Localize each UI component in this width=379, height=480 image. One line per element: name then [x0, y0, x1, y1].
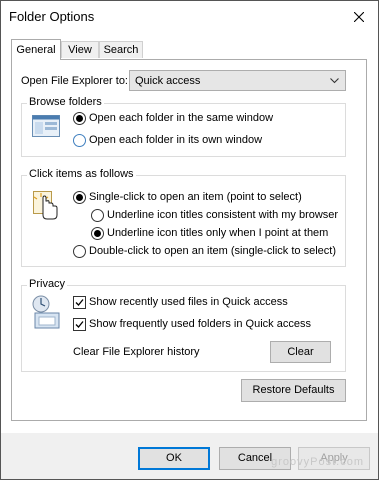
radio-own-window[interactable]	[73, 134, 86, 147]
tab-view[interactable]: View	[61, 41, 99, 58]
pointer-hand-icon	[33, 191, 58, 220]
option-frequent-folders[interactable]: Show frequently used folders in Quick ac…	[89, 318, 311, 330]
open-explorer-dropdown[interactable]: Quick access	[129, 70, 346, 91]
window-icon	[32, 115, 60, 137]
checkmark-icon	[75, 299, 84, 306]
option-own-window[interactable]: Open each folder in its own window	[89, 134, 262, 146]
option-underline-point[interactable]: Underline icon titles only when I point …	[107, 227, 328, 239]
close-icon	[354, 12, 364, 22]
clear-button[interactable]: Clear	[270, 341, 331, 363]
option-same-window[interactable]: Open each folder in the same window	[89, 112, 273, 124]
option-single-click[interactable]: Single-click to open an item (point to s…	[89, 191, 302, 203]
clear-history-label: Clear File Explorer history	[73, 346, 200, 358]
radio-double-click[interactable]	[73, 245, 86, 258]
open-explorer-value: Quick access	[135, 75, 201, 87]
restore-defaults-button[interactable]: Restore Defaults	[241, 379, 346, 402]
folder-options-dialog: Folder Options General View Search Open …	[0, 0, 379, 480]
radio-underline-browser[interactable]	[91, 209, 104, 222]
radio-same-window[interactable]	[73, 112, 86, 125]
open-explorer-label: Open File Explorer to:	[21, 75, 128, 87]
radio-single-click[interactable]	[73, 191, 86, 204]
close-button[interactable]	[346, 5, 372, 29]
chevron-down-icon	[330, 78, 339, 84]
title-bar: Folder Options	[1, 1, 378, 33]
tab-search[interactable]: Search	[99, 41, 143, 58]
privacy-label: Privacy	[27, 278, 68, 290]
privacy-folder-icon	[32, 295, 60, 329]
click-items-label: Click items as follows	[27, 168, 136, 180]
checkmark-icon	[75, 321, 84, 328]
browse-folders-label: Browse folders	[27, 96, 104, 108]
option-recent-files[interactable]: Show recently used files in Quick access	[89, 296, 288, 308]
option-double-click[interactable]: Double-click to open an item (single-cli…	[89, 245, 336, 257]
window-title: Folder Options	[9, 9, 95, 24]
watermark: groovyPost.com	[271, 456, 364, 468]
tab-general[interactable]: General	[11, 39, 61, 60]
ok-button[interactable]: OK	[138, 447, 210, 470]
radio-underline-point[interactable]	[91, 227, 104, 240]
option-underline-browser[interactable]: Underline icon titles consistent with my…	[107, 209, 338, 221]
checkbox-frequent-folders[interactable]	[73, 318, 86, 331]
checkbox-recent-files[interactable]	[73, 296, 86, 309]
